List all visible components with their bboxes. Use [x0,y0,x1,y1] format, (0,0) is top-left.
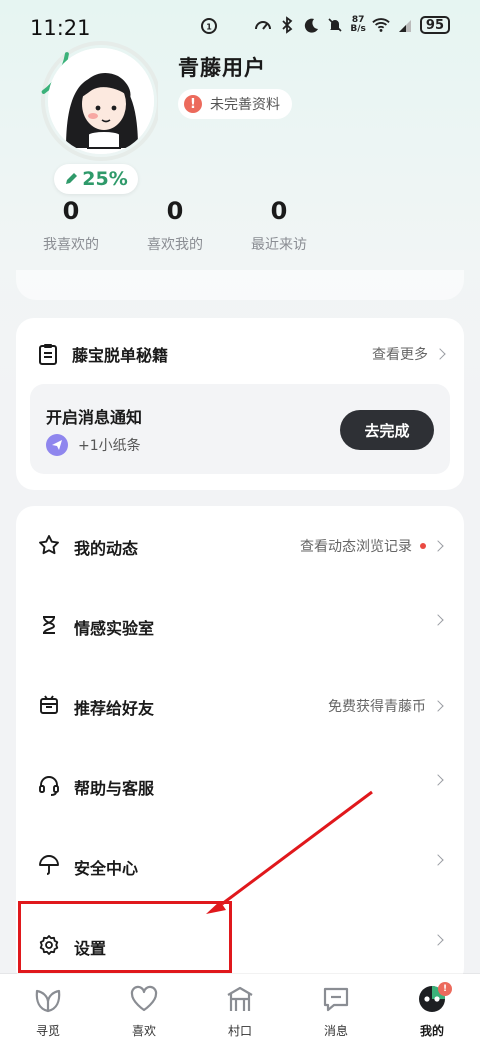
pencil-icon [66,173,78,184]
menu-label: 安全中心 [74,859,139,878]
status-icons: 87 B/s 95 [254,16,450,34]
tab-mine-badge: ! [438,982,452,996]
mute-icon [326,16,344,34]
clipboard-icon [39,344,57,365]
warning-icon: ! [184,95,202,113]
incomplete-profile-badge[interactable]: ! 未完善资料 [178,89,292,119]
tab-label: 寻觅 [35,1024,60,1038]
menu-item-emotion-lab[interactable]: 情感实验室 [16,586,464,666]
signal-icon [396,16,414,34]
tab-label: 我的 [419,1024,444,1038]
stat-label: 喜欢我的 [147,237,203,253]
notify-reward: +1小纸条 [46,434,141,456]
chevron-right-icon [434,348,446,360]
menu-item-help[interactable]: 帮助与客服 [16,746,464,826]
stat-label: 我喜欢的 [43,237,99,253]
stat-i-like[interactable]: 0 我喜欢的 [36,196,106,254]
tab-mine[interactable]: 我的 [397,982,467,1039]
menu-right [432,854,444,866]
menu-right-text: 免费获得青藤币 [328,699,426,715]
complete-button[interactable]: 去完成 [340,410,434,450]
menu-right [432,934,444,946]
stat-value: 0 [62,197,80,225]
chevron-right-icon [432,854,444,866]
data-saver-icon: 1 [201,18,217,34]
paper-plane-icon [46,434,68,456]
notify-title: 开启消息通知 [46,408,143,427]
status-time: 11:21 [30,16,91,40]
menu-right-text: 查看动态浏览记录 [300,539,412,555]
menu-item-security[interactable]: 安全中心 [16,826,464,906]
hourglass-icon [43,616,55,634]
notify-reward-label: +1小纸条 [78,438,141,454]
tab-village[interactable]: 村口 [205,982,275,1039]
guide-title: 藤宝脱单秘籍 [72,346,169,365]
stat-label: 最近来访 [251,237,307,253]
menu-label: 推荐给好友 [74,699,155,718]
svg-text:1: 1 [206,23,212,32]
headset-icon [39,776,59,796]
heart-icon [127,982,161,1016]
menu-right: 免费获得青藤币 [328,696,444,716]
net-speed-unit: B/s [350,24,366,34]
menu-label: 我的动态 [74,539,139,558]
battery-indicator: 95 [419,16,450,34]
chevron-right-icon [432,774,444,786]
menu-right: 查看动态浏览记录 [300,536,444,556]
guide-more-link[interactable]: 查看更多 [372,344,446,364]
incomplete-profile-label: 未完善资料 [210,97,280,113]
unread-dot [420,543,426,549]
menu-label: 情感实验室 [74,619,155,638]
tab-label: 喜欢 [131,1024,156,1038]
stat-likes-me[interactable]: 0 喜欢我的 [140,196,210,254]
menu-right [432,774,444,786]
menu-item-my-posts[interactable]: 我的动态 查看动态浏览记录 [16,506,464,586]
stat-value: 0 [270,197,288,225]
tab-explore[interactable]: 寻觅 [13,982,83,1039]
gift-icon [40,695,58,714]
header-card-edge [16,270,464,300]
net-speed: 87 B/s [350,16,366,34]
menu-label: 帮助与客服 [74,779,155,798]
menu-item-recommend[interactable]: 推荐给好友 免费获得青藤币 [16,666,464,746]
guide-more-label: 查看更多 [372,347,428,363]
stats-row: 0 我喜欢的 0 喜欢我的 0 最近来访 [36,196,336,266]
message-icon [319,982,353,1016]
moon-icon [302,16,320,34]
tab-likes[interactable]: 喜欢 [109,982,179,1039]
guide-card: 藤宝脱单秘籍 查看更多 开启消息通知 +1小纸条 去完成 [16,318,464,490]
stat-value: 0 [166,197,184,225]
chevron-right-icon [432,700,444,712]
avatar-area[interactable]: 25% [34,40,158,194]
menu-right [432,614,444,626]
leaf-icon [31,982,65,1016]
chevron-right-icon [432,614,444,626]
tab-messages[interactable]: 消息 [301,982,371,1039]
completion-pill[interactable]: 25% [54,164,138,194]
speedometer-icon [254,16,272,34]
wifi-icon [372,16,390,34]
avatar[interactable] [48,48,154,154]
tab-label: 村口 [227,1024,252,1038]
bottom-tab-bar: 寻觅 喜欢 村口 消息 我的 [0,974,480,1040]
stat-recent-visitors[interactable]: 0 最近来访 [244,196,314,254]
settings-highlight-box [18,901,232,973]
user-name[interactable]: 青藤用户 [178,52,266,82]
tab-label: 消息 [323,1024,348,1038]
completion-value: 25% [82,168,128,190]
umbrella-icon [39,855,59,875]
gate-icon [223,982,257,1016]
chevron-right-icon [432,540,444,552]
chevron-right-icon [432,934,444,946]
star-icon [39,535,59,555]
guide-header[interactable]: 藤宝脱单秘籍 [38,342,168,366]
notification-task: 开启消息通知 +1小纸条 去完成 [30,384,450,474]
bluetooth-icon [278,16,296,34]
